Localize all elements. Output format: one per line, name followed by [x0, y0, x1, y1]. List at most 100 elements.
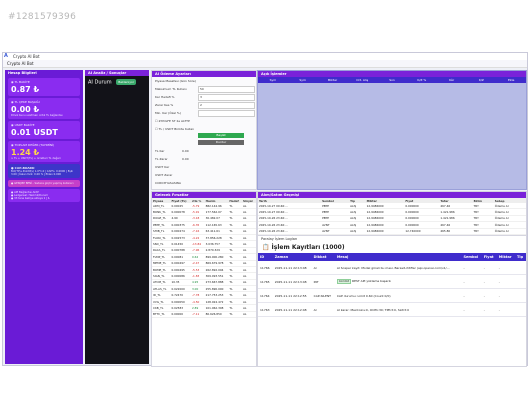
stat-row: USDT Kar [155, 165, 170, 169]
log-cell-qty: - [496, 261, 515, 275]
open-positions-header: Sym Sym Miktar Ort. Alış Son K/Z % Kâr K/Z Ekl… [258, 77, 526, 83]
log-cell-time: 2025-11-11 22:13:48 [272, 261, 312, 275]
checkbox-label[interactable]: TL / USDT Birikte Kullan [159, 127, 194, 131]
ai-status: AI Durum Bekleniyor [85, 76, 149, 89]
tl-balance-value: 0.87 ₺ [11, 85, 40, 94]
log-cell-type [515, 261, 526, 275]
cap-board-sub: Bot(TP)+Pozitif(s) 1.0*1.0 | CAP%: 0.000… [11, 170, 73, 176]
app-logo-icon: A [4, 53, 8, 59]
order-cell: 12,9486000 [365, 228, 405, 235]
app-window: A Crypto AI Bot Crypto AI Bot Hesap Bilg… [2, 52, 528, 367]
order-cell: 12,740000 [404, 228, 440, 235]
status-card: ● API Bağlantısı Aktif ● Ledgereal: Hazı… [8, 189, 80, 202]
log-cell-id: 11765 [258, 274, 273, 289]
log-cell-msg: AI Scaper kayıt: Model göreli bu mesi. B… [334, 261, 462, 275]
coin-cell: AL [242, 311, 256, 319]
log-cell-qty: - [496, 302, 515, 317]
stat-row: USDT Zarar [155, 173, 173, 177]
log-row[interactable]: 11764 2025-11-11 22:12:55 CAP-SILENT CAP du… [258, 288, 526, 303]
log-cell-type [515, 274, 526, 289]
menu-bar[interactable]: Crypto AI Bot [3, 60, 527, 68]
checkbox-label[interactable]: ZIYOLFE ST ile ALTTP [159, 119, 190, 123]
tl-withdraw-card: ◉ TL ÇEKE BAŞLIĞI 0.00 ₺ Döviz bunu uzat… [8, 98, 80, 119]
order-row[interactable]: 2025-10-26 23:46:... AVNT ALIŞ 12,9486000 12… [258, 228, 526, 235]
stop-button[interactable]: Durdur [198, 140, 244, 145]
ai-analysis-panel: AI Analiz / Sonuçlar AI Durum Bekleniyor [85, 70, 149, 364]
bakiye-status: ● 33 tane bakiye ekleye 1 | ₺ [11, 197, 50, 200]
stat-row: TL Zarar 0.00 [155, 157, 189, 161]
order-cell: 465.80 [439, 228, 473, 235]
setting-row: Piyasa Mesafesi (Gün Süre) [155, 79, 196, 83]
window-title: Crypto AI Bot [13, 54, 40, 59]
logs-heading: 📋 İşlem Kayıtları (1000) [262, 244, 345, 251]
log-cell-sym: - [461, 302, 482, 317]
order-cell: TRY [472, 228, 494, 235]
log-cell-time: 2025-11-11 22:13:48 [272, 274, 312, 289]
log-cell-sym: - [461, 288, 482, 303]
account-panel: Hesap Bilgileri ◉ TL BAKİYE 0.87 ₺ ◉ TL … [5, 70, 83, 364]
setting-row: ☐ ZIYOLFE ST ile ALTTP [155, 119, 190, 123]
ai-status-badge: Bekleniyor [116, 79, 137, 85]
log-cell-sym: - [461, 274, 482, 289]
log-cell-level: INT [311, 274, 335, 289]
log-cell-price: - [481, 302, 497, 317]
log-cell-time: 2025-11-11 22:12:48 [272, 302, 312, 317]
usdt-balance-card: ◉ USDT BAKİYE 0.01 USDT [8, 121, 80, 139]
log-cell-msg: CAP durumu: Limit 0.60 (Count 0/0) [334, 288, 462, 303]
log-cell-level: AI [311, 261, 335, 275]
logs-table: ID Zaman Dikkat Mesaj Sembol Fiyat Miktar Tip… [258, 253, 526, 317]
setting-row: ☐ TL / USDT Birikte Kullan [155, 127, 195, 131]
settings-panel: AI Ödeme Ayarları Piyasa Mesafesi (Gün S… [151, 70, 257, 190]
watermark: #1281579396 [8, 12, 77, 22]
order-cell: 2025-10-26 23:46:... [258, 228, 322, 235]
log-cell-id: 11763 [258, 302, 273, 317]
setting-row: Zarar Kes % 2 [152, 101, 256, 109]
log-cell-price: - [481, 274, 497, 289]
coin-row[interactable]: BTTC_TL 0.00000 -7.11 80.626.850 TL AL [152, 311, 256, 319]
profit-target-input[interactable]: 3 [198, 94, 255, 101]
max-tl-input[interactable]: 50 [198, 86, 255, 93]
log-cell-type [515, 288, 526, 303]
log-cell-id: 11764 [258, 288, 273, 303]
log-row[interactable]: 11765 2025-11-11 22:13:48 INT Commit REST A… [258, 274, 526, 289]
tl-withdraw-label: TL ÇEKE BAŞLIĞI [14, 100, 40, 104]
setting-row: Maksimum TL Kullanı 50 [152, 85, 256, 93]
order-history-table: Tarih Sembol Tip Miktar Fiyat Tutar Birim Seb… [258, 198, 526, 235]
coin-cell: 0.00000 [170, 311, 192, 319]
tl-withdraw-sub: Döviz bunu uzatmaz. Artık TL bağlantısı [11, 114, 63, 117]
total-value-card: ◉ TOPLAM DEĞER (TAHMİNİ) 1.24 ₺ ≈ TL + U… [8, 141, 80, 162]
start-button[interactable]: Başlat [198, 133, 244, 138]
logs-panel: Paralay İşlem Logları 📋 İşlem Kayıtları … [257, 235, 527, 367]
opportunities-panel: Gelecek Fırsatlar Piyasa Fiyat (TL) 24s % … [151, 191, 257, 367]
log-row[interactable]: 11763 2025-11-11 22:12:48 AI AI karar: MaxC… [258, 302, 526, 317]
ai-status-label: AI Durum [88, 79, 112, 86]
log-cell-type [515, 302, 526, 317]
usdt-balance-value: 0.01 USDT [11, 128, 58, 137]
coin-cell: BTTC_TL [152, 311, 171, 319]
log-cell-qty: - [496, 288, 515, 303]
total-value-value: 1.24 ₺ [11, 148, 40, 157]
order-cell: ALIŞ [349, 228, 366, 235]
order-cell: AVNT [321, 228, 350, 235]
cap-board-card: ● CAP-BOARD Bot(TP)+Pozitif(s) 1.0*1.0 |… [8, 164, 80, 178]
tl-balance-label: TL BAKİYE [14, 80, 30, 84]
coin-cell: 80.626.850 [204, 311, 229, 319]
log-cell-level: CAP-SILENT [311, 288, 335, 303]
stat-row: TL Kar 0.00 [155, 149, 189, 153]
log-cell-sym: - [461, 261, 482, 275]
log-cell-msg: Commit REST API yükleme başarılı [334, 274, 462, 289]
stop-loss-input[interactable]: 2 [198, 102, 255, 109]
min-profit-input[interactable] [198, 110, 255, 117]
menu-item[interactable]: Crypto AI Bot [7, 61, 34, 66]
setting-row: Min. Kar (Özel %) [152, 109, 256, 117]
opportunities-table: Piyasa Fiyat (TL) 24s % Hacim Hedef Sinyal A… [152, 198, 256, 319]
log-tag: Commit [336, 279, 352, 284]
coin-cell: TL [228, 311, 242, 319]
log-row[interactable]: 11766 2025-11-11 22:13:48 AI AI Scaper kayı… [258, 261, 526, 275]
title-bar: A Crypto AI Bot [3, 53, 527, 60]
log-cell-qty: - [496, 274, 515, 289]
log-message: REST API yükleme başarılı [352, 279, 392, 283]
log-cell-price: - [481, 288, 497, 303]
order-history-panel: Alım/Satım Geçmişi Tarih Sembol Tip Miktar… [257, 191, 527, 235]
usdt-balance-label: USDT BAKİYE [14, 123, 35, 127]
